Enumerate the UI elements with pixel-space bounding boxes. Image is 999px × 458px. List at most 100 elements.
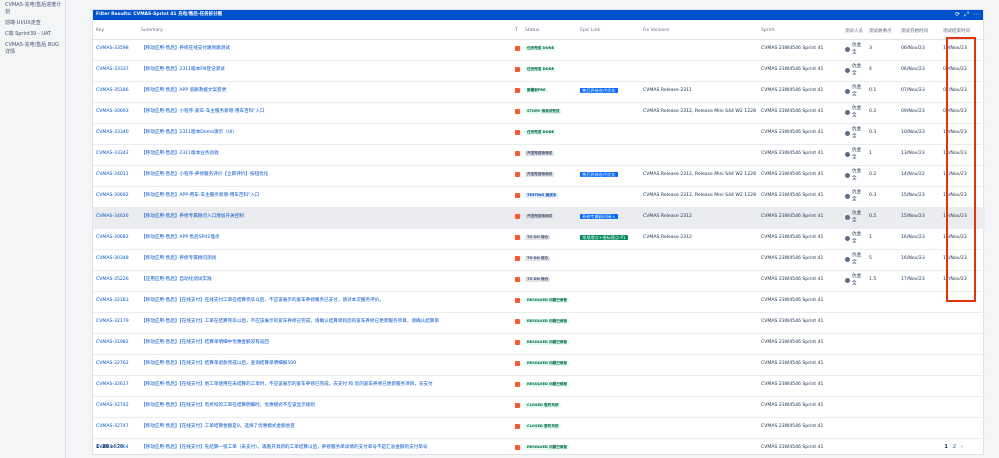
table-row[interactable]: CVMAS-30692 【移动应用-售后】APP-用车-车主服务新增-用车百科"入… <box>93 186 985 208</box>
expand-icon[interactable]: ⤢ <box>964 10 969 20</box>
col-header-points[interactable]: 测试故事点 <box>866 23 898 40</box>
sidebar-item[interactable]: C端 Sprint39 - UAT <box>0 30 65 41</box>
issue-summary-link[interactable]: 【移动应用-售后】养修专属顾问入口增加开关控制 <box>138 207 512 229</box>
issue-type-cell <box>512 312 522 334</box>
fix-versions-cell <box>640 417 758 439</box>
menu-icon[interactable]: ⋯ <box>973 10 979 20</box>
epic-lozenge[interactable]: 养修专属顾问接入 <box>580 213 618 219</box>
col-header-sprint[interactable]: Sprint <box>758 23 842 40</box>
sidebar-item[interactable]: CVMAS-充电/售后 BUG详情 <box>0 41 65 59</box>
status-cell: 部署到PRE <box>522 81 577 103</box>
col-header-end[interactable]: 测试结束时间 <box>940 23 985 40</box>
issue-key-link[interactable]: CVMAS-33337 <box>93 60 138 82</box>
sidebar-item[interactable]: CVMAS-充电/售后进度计划 <box>0 1 65 19</box>
issue-key-link[interactable]: CVMAS-30682 <box>93 228 138 250</box>
issue-key-link[interactable]: CVMAS-32747 <box>93 417 138 439</box>
table-row[interactable]: CVMAS-32742 【移动应用-售后】【在线支付】有折扣的工单在结算明细时，优… <box>93 396 985 418</box>
test-start-cell: 07/Nov/23 <box>898 81 940 103</box>
issue-key-link[interactable]: CVMAS-32762 <box>93 354 138 376</box>
col-header-epic[interactable]: Epic Link <box>577 23 640 40</box>
table-row[interactable]: CVMAS-33342 【移动应用-售后】2311版本业务验收 开发完成待测试 CVM… <box>93 144 985 166</box>
issue-summary-link[interactable]: 【移动应用-售后】APP 售后SP41埋点 <box>138 228 512 250</box>
issue-summary-link[interactable]: 【移动应用-售后】【在线支付】结算单明细中优惠金额没有返回 <box>138 333 512 355</box>
table-row[interactable]: CVMAS-31982 【移动应用-售后】【在线支付】结算单明细中优惠金额没有返回… <box>93 333 985 355</box>
table-row[interactable]: CVMAS-32747 【移动应用-售后】【在线支付】工单结算金额是0，选择了优惠… <box>93 417 985 439</box>
issue-summary-link[interactable]: 【移动应用-售后】【在线支付】地工单使用在未结算的工单时，不应该展示的爱车养修已… <box>138 375 512 397</box>
issue-key-link[interactable]: CVMAS-35226 <box>93 270 138 292</box>
status-cell: TO DO 待办 <box>522 228 577 250</box>
table-row[interactable]: CVMAS-30348 【移动应用-售后】养修专属顾问测试 TO DO 待办 CVMA… <box>93 249 985 271</box>
table-row[interactable]: CVMAS-32183 【移动应用-售后】【在线支付】在线支付工单在结算完毕以后，… <box>93 291 985 313</box>
issue-summary-link[interactable]: 【应用应用-售后】自动化测试实践 <box>138 270 512 292</box>
issue-summary-link[interactable]: 【移动应用-售后】【在线支付】在线支付工单在结算完毕以后，不应该展示的爱车养修服… <box>138 291 512 313</box>
epic-cell: 售后养修迭代优化 <box>577 81 640 103</box>
issue-summary-link[interactable]: 【移动应用-售后】APP 道路救援文案变更 <box>138 81 512 103</box>
page-2[interactable]: 2 <box>953 440 956 454</box>
table-row[interactable]: CVMAS-32179 【移动应用-售后】【在线支付】工单在结算完毕以后，不应该展… <box>93 312 985 334</box>
table-row[interactable]: CVMAS-30693 【移动应用-售后】小程序-爱车-车主服务新增-用车百科"入… <box>93 102 985 124</box>
issue-key-link[interactable]: CVMAS-33342 <box>93 144 138 166</box>
issue-type-cell <box>512 228 522 250</box>
issue-key-link[interactable]: CVMAS-30693 <box>93 102 138 124</box>
sidebar-item[interactable]: 前端-UI/UX走查 <box>0 19 65 30</box>
table-row[interactable]: CVMAS-33598 【移动应用-售后】养修在线支付跳到跳测试 任务完成 DONE… <box>93 39 985 61</box>
test-points-cell <box>866 396 898 418</box>
issue-summary-link[interactable]: 【移动应用-售后】【在线支付】有折扣的工单在结算明细时，优惠模式不应该显示规则 <box>138 396 512 418</box>
issue-key-link[interactable]: CVMAS-32617 <box>93 375 138 397</box>
issue-key-link[interactable]: CVMAS-33598 <box>93 39 138 61</box>
bug-type-icon <box>515 297 520 303</box>
col-header-type[interactable]: T <box>512 23 522 40</box>
issue-summary-link[interactable]: 【移动应用-售后】2311版本FN登记测试 <box>138 60 512 82</box>
issue-summary-link[interactable]: 【移动应用-售后】养修专属顾问测试 <box>138 249 512 271</box>
table-row[interactable]: CVMAS-34626 【移动应用-售后】养修专属顾问入口增加开关控制 开发完成待测… <box>93 207 985 229</box>
tester-name: 仇金全 <box>852 169 862 181</box>
issue-summary-link[interactable]: 【移动应用-售后】【在线支付】工单结算金额是0，选择了优惠模式金额会变 <box>138 417 512 439</box>
issue-key-link[interactable]: CVMAS-30348 <box>93 249 138 271</box>
table-row[interactable]: CVMAS-35186 【移动应用-售后】APP 道路救援文案变更 部署到PRE 售后… <box>93 81 985 103</box>
table-row[interactable]: CVMAS-35226 【应用应用-售后】自动化测试实践 TO DO 待办 CVMAS… <box>93 270 985 292</box>
issue-summary-link[interactable]: 【移动应用-售后】小程序-爱车-车主服务新增-用车百科"入口 <box>138 102 512 124</box>
col-header-start[interactable]: 测试开始时间 <box>898 23 940 40</box>
table-row[interactable]: CVMAS-30682 【移动应用-售后】APP 售后SP41埋点 TO DO 待办… <box>93 228 985 250</box>
epic-lozenge[interactable]: 常规埋点+指标埋点-P1 <box>580 234 628 240</box>
col-header-summary[interactable]: Summary <box>138 23 512 40</box>
table-row[interactable]: CVMAS-32762 【移动应用-售后】【在线支付】结算单退款完成以后，查询结算… <box>93 354 985 376</box>
col-header-tester[interactable]: 测试人员 <box>842 23 866 40</box>
issue-key-link[interactable]: CVMAS-32742 <box>93 396 138 418</box>
bug-type-icon <box>515 381 520 387</box>
issue-summary-link[interactable]: 【移动应用-售后】【在线支付】结算单退款完成以后，查询结算单明细报500 <box>138 354 512 376</box>
issue-summary-link[interactable]: 【移动应用-售后】APP-用车-车主服务新增-用车百科"入口 <box>138 186 512 208</box>
issue-type-cell <box>512 249 522 271</box>
issue-key-link[interactable]: CVMAS-32183 <box>93 291 138 313</box>
epic-lozenge[interactable]: 售后养修迭代优化 <box>580 171 618 177</box>
issue-summary-link[interactable]: 【移动应用-售后】2311版本业务验收 <box>138 144 512 166</box>
test-end-cell: 09/Nov/23 <box>940 102 985 124</box>
issue-summary-link[interactable]: 【移动应用-售后】小程序-养修服务评价【立即评价】按钮优化 <box>138 165 512 187</box>
test-start-cell: 16/Nov/23 <box>898 249 940 271</box>
page-1[interactable]: 1 <box>944 440 947 454</box>
issue-summary-link[interactable]: 【移动应用-售后】2311版本Demo演示（UI） <box>138 123 512 145</box>
avatar <box>845 110 850 115</box>
table-row[interactable]: CVMAS-33337 【移动应用-售后】2311版本FN登记测试 任务完成 DON… <box>93 60 985 82</box>
issue-key-link[interactable]: CVMAS-30692 <box>93 186 138 208</box>
col-header-key[interactable]: Key <box>93 23 138 40</box>
issue-key-link[interactable]: CVMAS-33340 <box>93 123 138 145</box>
col-header-status[interactable]: Status <box>522 23 577 40</box>
sprint-cell: CVMAS 23W4546 Sprint 41 <box>758 417 842 439</box>
fix-versions-cell <box>640 333 758 355</box>
issue-key-link[interactable]: CVMAS-35186 <box>93 81 138 103</box>
refresh-icon[interactable]: ⟳ <box>955 10 960 20</box>
issue-summary-link[interactable]: 【移动应用-售后】【在线支付】工单在结算完毕以后，不应该展示的爱车养修已完成，请… <box>138 312 512 334</box>
next-page-icon[interactable]: › <box>961 440 963 454</box>
issue-key-link[interactable]: CVMAS-32179 <box>93 312 138 334</box>
epic-lozenge[interactable]: 售后养修迭代优化 <box>580 87 618 93</box>
col-header-fix-versions[interactable]: Fix Versions <box>640 23 758 40</box>
issue-key-link[interactable]: CVMAS-34011 <box>93 165 138 187</box>
table-row[interactable]: CVMAS-33340 【移动应用-售后】2311版本Demo演示（UI） 任务完成… <box>93 123 985 145</box>
status-badge: 开发完成待测试 <box>525 172 555 178</box>
table-row[interactable]: CVMAS-32617 【移动应用-售后】【在线支付】地工单使用在未结算的工单时，… <box>93 375 985 397</box>
issue-key-link[interactable]: CVMAS-34626 <box>93 207 138 229</box>
issue-summary-link[interactable]: 【移动应用-售后】养修在线支付跳到跳测试 <box>138 39 512 61</box>
issue-key-link[interactable]: CVMAS-31982 <box>93 333 138 355</box>
table-row[interactable]: CVMAS-34011 【移动应用-售后】小程序-养修服务评价【立即评价】按钮优化… <box>93 165 985 187</box>
